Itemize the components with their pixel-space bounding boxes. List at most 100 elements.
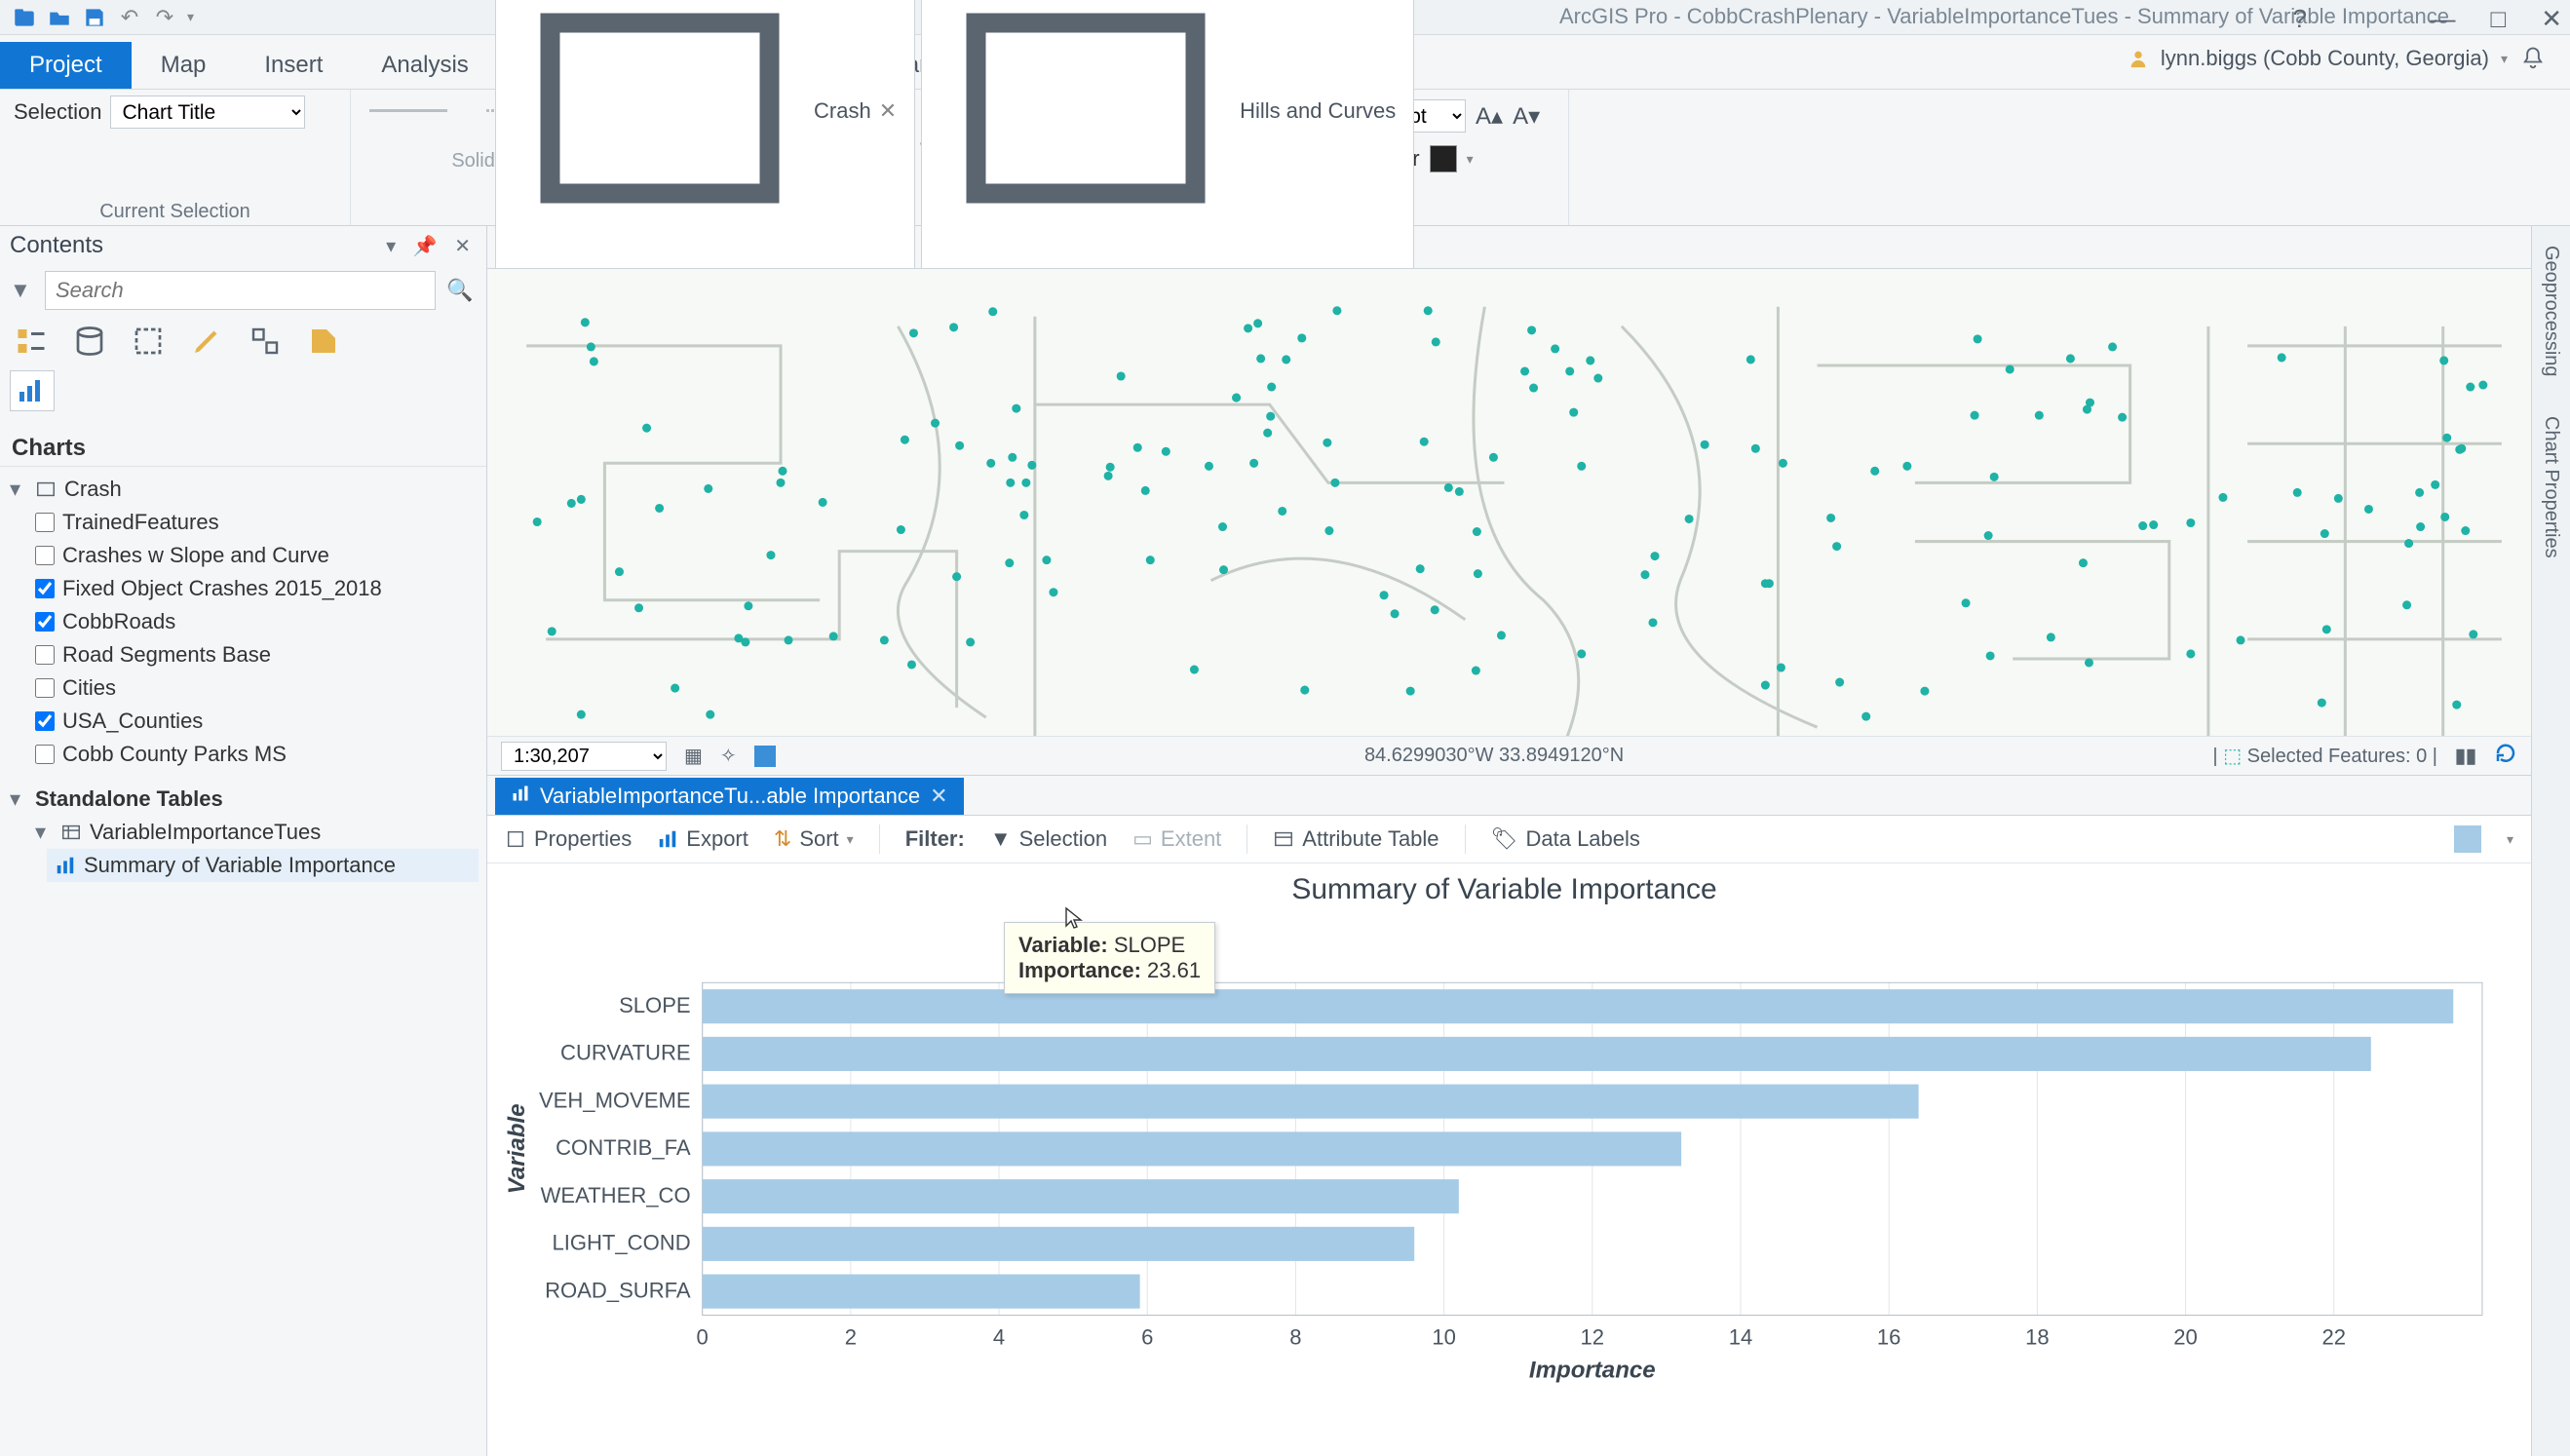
svg-text:ROAD_SURFA: ROAD_SURFA <box>545 1278 691 1302</box>
tab-geoprocessing[interactable]: Geoprocessing <box>2540 246 2562 377</box>
snap-icon[interactable]: ✧ <box>720 744 737 768</box>
list-by-snapping-icon[interactable] <box>248 324 283 359</box>
map-tab-crash[interactable]: Crash ✕ <box>495 0 915 268</box>
tab-project[interactable]: Project <box>0 42 132 89</box>
layer-item[interactable]: USA_Counties <box>8 705 479 738</box>
chart-bar[interactable] <box>703 1179 1459 1213</box>
layer-item[interactable]: Cobb County Parks MS <box>8 738 479 771</box>
constraint-icon[interactable]: ▦ <box>684 744 703 768</box>
pane-pin-icon[interactable]: 📌 <box>413 236 443 257</box>
chart-tooltip: Variable: SLOPE Importance: 23.61 <box>1004 922 1215 994</box>
standalone-header[interactable]: ▾Standalone Tables <box>8 783 479 816</box>
list-by-labeling-icon[interactable] <box>306 324 341 359</box>
pause-icon[interactable]: ▮▮ <box>2455 744 2476 768</box>
filter-selection-button[interactable]: ▼Selection <box>990 826 1107 852</box>
filter-icon[interactable]: ▼ <box>10 278 37 303</box>
list-by-selection-icon[interactable] <box>131 324 166 359</box>
chart-bar[interactable] <box>703 1227 1414 1261</box>
chart-tab-close-icon[interactable]: ✕ <box>930 784 947 809</box>
map-view[interactable]: 1:30,207 ▦ ✧ 84.6299030°W 33.8949120°N |… <box>487 269 2531 776</box>
map-tab-hills[interactable]: Hills and Curves <box>921 0 1414 268</box>
selected-features-label: | ⬚ Selected Features: 0 | <box>2212 744 2437 768</box>
chart-legend-button[interactable] <box>2454 825 2481 853</box>
tab-chart-properties[interactable]: Chart Properties <box>2540 416 2562 558</box>
search-input[interactable] <box>45 271 436 310</box>
layer-checkbox[interactable] <box>35 612 55 632</box>
svg-text:Variable: Variable <box>507 1103 530 1194</box>
selection-dropdown[interactable]: Chart Title <box>110 96 305 129</box>
layer-checkbox[interactable] <box>35 546 55 565</box>
open-icon[interactable] <box>47 5 72 30</box>
layer-checkbox[interactable] <box>35 645 55 665</box>
layer-checkbox[interactable] <box>35 513 55 532</box>
standalone-tree: ▾Standalone Tables ▾ VariableImportanceT… <box>0 777 486 888</box>
font-shrink-icon[interactable]: A▾ <box>1513 102 1540 131</box>
scale-dropdown[interactable]: 1:30,207 <box>501 742 667 771</box>
minimize-icon[interactable]: — <box>2430 4 2455 34</box>
tab-insert[interactable]: Insert <box>235 42 352 89</box>
layer-checkbox[interactable] <box>35 711 55 731</box>
user-badge[interactable]: lynn.biggs (Cobb County, Georgia) ▾ <box>2128 45 2547 72</box>
chart-bar[interactable] <box>703 1085 1919 1119</box>
redo-icon[interactable]: ↷ <box>152 5 177 30</box>
cursor-icon <box>1062 906 1086 930</box>
layer-checkbox[interactable] <box>35 678 55 698</box>
layer-group[interactable]: ▾ Crash <box>8 473 479 506</box>
pane-close-icon[interactable]: ✕ <box>454 236 477 257</box>
chart-canvas[interactable]: 0246810121416182022SLOPECURVATUREVEH_MOV… <box>507 916 2502 1440</box>
layer-checkbox[interactable] <box>35 579 55 598</box>
pane-options-icon[interactable]: ▾ <box>386 236 402 257</box>
project-icon[interactable] <box>12 5 37 30</box>
svg-text:6: 6 <box>1141 1325 1153 1350</box>
sort-button[interactable]: ⇅Sort▾ <box>774 826 854 852</box>
save-icon[interactable] <box>82 5 107 30</box>
layer-item[interactable]: TrainedFeatures <box>8 506 479 539</box>
search-icon[interactable]: 🔍 <box>443 274 477 307</box>
refresh-icon[interactable] <box>2494 742 2517 771</box>
tab-map[interactable]: Map <box>132 42 236 89</box>
layer-item[interactable]: Cities <box>8 671 479 705</box>
layer-checkbox[interactable] <box>35 745 55 764</box>
chart-bar[interactable] <box>703 1037 2371 1071</box>
maximize-icon[interactable]: □ <box>2490 4 2506 34</box>
chart-item-selected[interactable]: Summary of Variable Importance <box>47 849 479 882</box>
qat-dropdown-icon[interactable]: ▾ <box>187 9 194 25</box>
table-node[interactable]: ▾ VariableImportanceTues <box>8 816 479 849</box>
help-icon[interactable]: ? <box>2293 4 2307 34</box>
layer-item[interactable]: Crashes w Slope and Curve <box>8 539 479 572</box>
layer-item[interactable]: Road Segments Base <box>8 638 479 671</box>
chart-bar[interactable] <box>703 1275 1140 1309</box>
data-labels-button[interactable]: 🏷Data Labels <box>1491 826 1640 852</box>
list-by-source-icon[interactable] <box>72 324 107 359</box>
layer-item[interactable]: CobbRoads <box>8 605 479 638</box>
nav-icon[interactable] <box>754 746 776 767</box>
svg-text:16: 16 <box>1877 1325 1901 1350</box>
chart-bar[interactable] <box>703 1131 1681 1166</box>
font-color-swatch[interactable] <box>1430 145 1457 172</box>
list-by-editing-icon[interactable] <box>189 324 224 359</box>
filter-extent-button[interactable]: ▭Extent <box>1132 826 1221 852</box>
chart-toolbar: Properties Export ⇅Sort▾ Filter: ▼Select… <box>487 815 2531 863</box>
notifications-icon[interactable] <box>2519 45 2547 72</box>
group-current-selection: Current Selection <box>14 197 336 223</box>
list-by-drawing-icon[interactable] <box>14 324 49 359</box>
chart-tab[interactable]: VariableImportanceTu...able Importance ✕ <box>495 778 964 815</box>
layer-item[interactable]: Fixed Object Crashes 2015_2018 <box>8 572 479 605</box>
tab-analysis[interactable]: Analysis <box>352 42 497 89</box>
user-dropdown-icon[interactable]: ▾ <box>2501 51 2508 67</box>
map-icon <box>35 479 57 500</box>
export-button[interactable]: Export <box>657 826 748 852</box>
chart-options-dropdown-icon[interactable]: ▾ <box>2507 831 2513 848</box>
font-grow-icon[interactable]: A▴ <box>1476 102 1503 131</box>
chart-view-button[interactable] <box>10 370 55 411</box>
line-solid[interactable] <box>364 96 452 125</box>
undo-icon[interactable]: ↶ <box>117 5 142 30</box>
map-tabs: Crash ✕ Hills and Curves <box>487 226 2570 269</box>
map-tab-close-icon[interactable]: ✕ <box>879 98 897 124</box>
chart-bar[interactable] <box>703 989 2454 1023</box>
font-color-dropdown-icon[interactable]: ▾ <box>1467 151 1474 168</box>
attribute-table-button[interactable]: Attribute Table <box>1273 826 1438 852</box>
svg-text:14: 14 <box>1729 1325 1753 1350</box>
properties-button[interactable]: Properties <box>505 826 632 852</box>
close-icon[interactable]: ✕ <box>2541 4 2562 34</box>
